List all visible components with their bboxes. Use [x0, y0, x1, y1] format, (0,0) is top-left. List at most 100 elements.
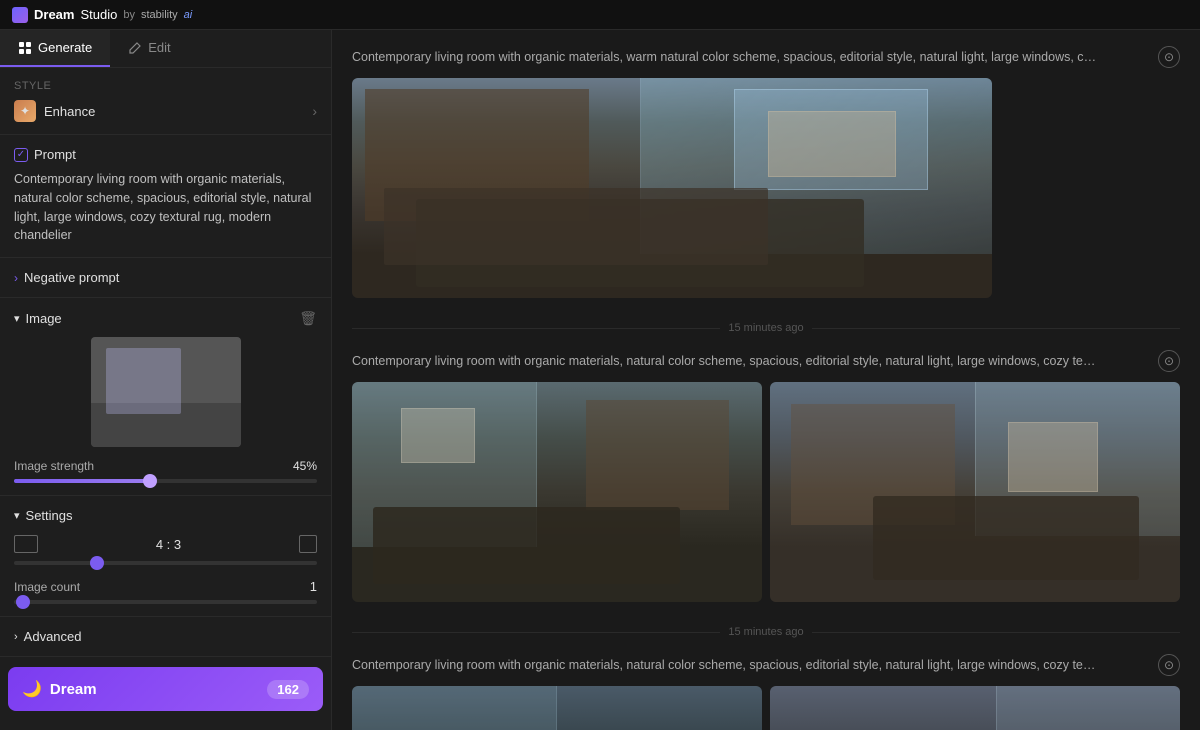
advanced-chevron-icon: › — [14, 631, 18, 643]
brand-studio: Studio — [80, 7, 117, 22]
chevron-down-icon: ▾ — [14, 312, 20, 325]
generation-block-1: Contemporary living room with organic ma… — [352, 46, 1180, 298]
gen2-prompt-text: Contemporary living room with organic ma… — [352, 354, 1097, 368]
timestamp2-line-left — [352, 632, 720, 633]
settings-section: ▾ Settings 4 : 3 Image count 1 — [0, 496, 331, 617]
chevron-right-icon: › — [312, 103, 317, 119]
timestamp-1-row: 15 minutes ago — [352, 322, 1180, 334]
brand-dream: Dream — [34, 7, 74, 22]
aspect-box-landscape — [14, 535, 38, 553]
tab-generate[interactable]: Generate — [0, 30, 110, 67]
prompt-check-icon: ✓ — [14, 148, 28, 162]
gen2-images — [352, 382, 1180, 602]
image-thumbnail[interactable] — [91, 337, 241, 447]
image-count-slider[interactable] — [14, 600, 317, 604]
gen2-prompt-row: Contemporary living room with organic ma… — [352, 350, 1180, 372]
strength-label: Image strength — [14, 459, 94, 473]
timestamp-2: 15 minutes ago — [728, 626, 803, 638]
sidebar: Generate Edit Style ✦ Enhance › — [0, 30, 332, 730]
timestamp-line-left — [352, 328, 720, 329]
image-label: Image — [26, 311, 62, 326]
aspect-slider[interactable] — [14, 561, 317, 565]
thumbnail-preview — [91, 337, 241, 447]
gen3-image-1[interactable] — [352, 686, 762, 730]
gen1-images — [352, 78, 1180, 298]
prompt-label: Prompt — [34, 147, 76, 162]
room-image-3b — [770, 686, 1180, 730]
gen3-prompt-row: Contemporary living room with organic ma… — [352, 654, 1180, 676]
style-left: ✦ Enhance — [14, 100, 95, 122]
chevron-collapsed-icon: › — [14, 271, 18, 285]
gen1-image-1[interactable] — [352, 78, 992, 298]
generation-block-2: Contemporary living room with organic ma… — [352, 350, 1180, 602]
strength-slider[interactable] — [14, 479, 317, 483]
tab-generate-label: Generate — [38, 40, 92, 55]
gen2-image-2[interactable] — [770, 382, 1180, 602]
dream-btn-area: 🌙 Dream 162 — [0, 656, 331, 721]
strength-value: 45% — [293, 459, 317, 473]
grid-icon — [18, 41, 32, 55]
room-image-1 — [352, 78, 992, 298]
dream-count: 162 — [267, 680, 309, 699]
image-header: ▾ Image 🗑 — [14, 310, 317, 327]
edit-icon — [128, 41, 142, 55]
by-text: by — [123, 9, 135, 21]
gen1-prompt-row: Contemporary living room with organic ma… — [352, 46, 1180, 68]
image-count-row: Image count 1 — [14, 579, 317, 594]
settings-label: Settings — [26, 508, 73, 523]
trash-icon[interactable]: 🗑 — [299, 310, 317, 327]
advanced-section: › Advanced — [0, 617, 331, 656]
prompt-text[interactable]: Contemporary living room with organic ma… — [14, 170, 317, 245]
main-layout: Generate Edit Style ✦ Enhance › — [0, 30, 1200, 730]
strength-slider-thumb[interactable] — [143, 474, 157, 488]
negative-prompt-section: › Negative prompt — [0, 258, 331, 298]
gen2-info-button[interactable]: ⊙ — [1158, 350, 1180, 372]
image-count-label: Image count — [14, 580, 80, 594]
tab-edit[interactable]: Edit — [110, 30, 188, 67]
aspect-box-portrait — [299, 535, 317, 553]
image-collapse-btn[interactable]: ▾ Image — [14, 311, 62, 326]
dream-button[interactable]: 🌙 Dream 162 — [8, 667, 323, 711]
timestamp-1: 15 minutes ago — [728, 322, 803, 334]
logo-icon — [12, 7, 28, 23]
style-section: Style ✦ Enhance › — [0, 68, 331, 135]
settings-header[interactable]: ▾ Settings — [14, 508, 317, 523]
aspect-ratio-value: 4 : 3 — [156, 537, 181, 552]
strength-slider-fill — [14, 479, 150, 483]
style-selector[interactable]: ✦ Enhance › — [14, 100, 317, 122]
room-image-3a — [352, 686, 762, 730]
gen3-images — [352, 686, 1180, 730]
gen3-prompt-text: Contemporary living room with organic ma… — [352, 658, 1097, 672]
gen1-info-button[interactable]: ⊙ — [1158, 46, 1180, 68]
prompt-section: ✓ Prompt Contemporary living room with o… — [0, 135, 331, 258]
gen3-image-2[interactable] — [770, 686, 1180, 730]
dream-btn-left: 🌙 Dream — [22, 679, 97, 699]
timestamp2-line-right — [812, 632, 1180, 633]
aspect-ratio-row: 4 : 3 — [14, 535, 317, 553]
content-area: Contemporary living room with organic ma… — [332, 30, 1200, 730]
tab-bar: Generate Edit — [0, 30, 331, 68]
room-image-2b — [770, 382, 1180, 602]
gen3-info-button[interactable]: ⊙ — [1158, 654, 1180, 676]
timestamp-2-row: 15 minutes ago — [352, 626, 1180, 638]
gen2-image-1[interactable] — [352, 382, 762, 602]
advanced-header[interactable]: › Advanced — [14, 629, 317, 644]
negative-prompt-header[interactable]: › Negative prompt — [14, 270, 317, 285]
ai-text: ai — [184, 9, 193, 21]
tab-edit-label: Edit — [148, 40, 170, 55]
strength-row: Image strength 45% — [14, 459, 317, 473]
dream-label: Dream — [50, 681, 97, 698]
image-section: ▾ Image 🗑 Image strength 45% — [0, 298, 331, 496]
dream-icon: 🌙 — [22, 679, 42, 699]
timestamp-line-right — [812, 328, 1180, 329]
image-count-thumb[interactable] — [16, 595, 30, 609]
negative-prompt-label: Negative prompt — [24, 270, 119, 285]
aspect-slider-thumb[interactable] — [90, 556, 104, 570]
settings-chevron-icon: ▾ — [14, 509, 20, 522]
topbar: Dream Studio by stability ai — [0, 0, 1200, 30]
app-logo: Dream Studio by stability ai — [12, 7, 192, 23]
image-count-value: 1 — [310, 579, 317, 594]
style-name: Enhance — [44, 104, 95, 119]
prompt-header[interactable]: ✓ Prompt — [14, 147, 317, 162]
gen1-prompt-text: Contemporary living room with organic ma… — [352, 50, 1097, 64]
